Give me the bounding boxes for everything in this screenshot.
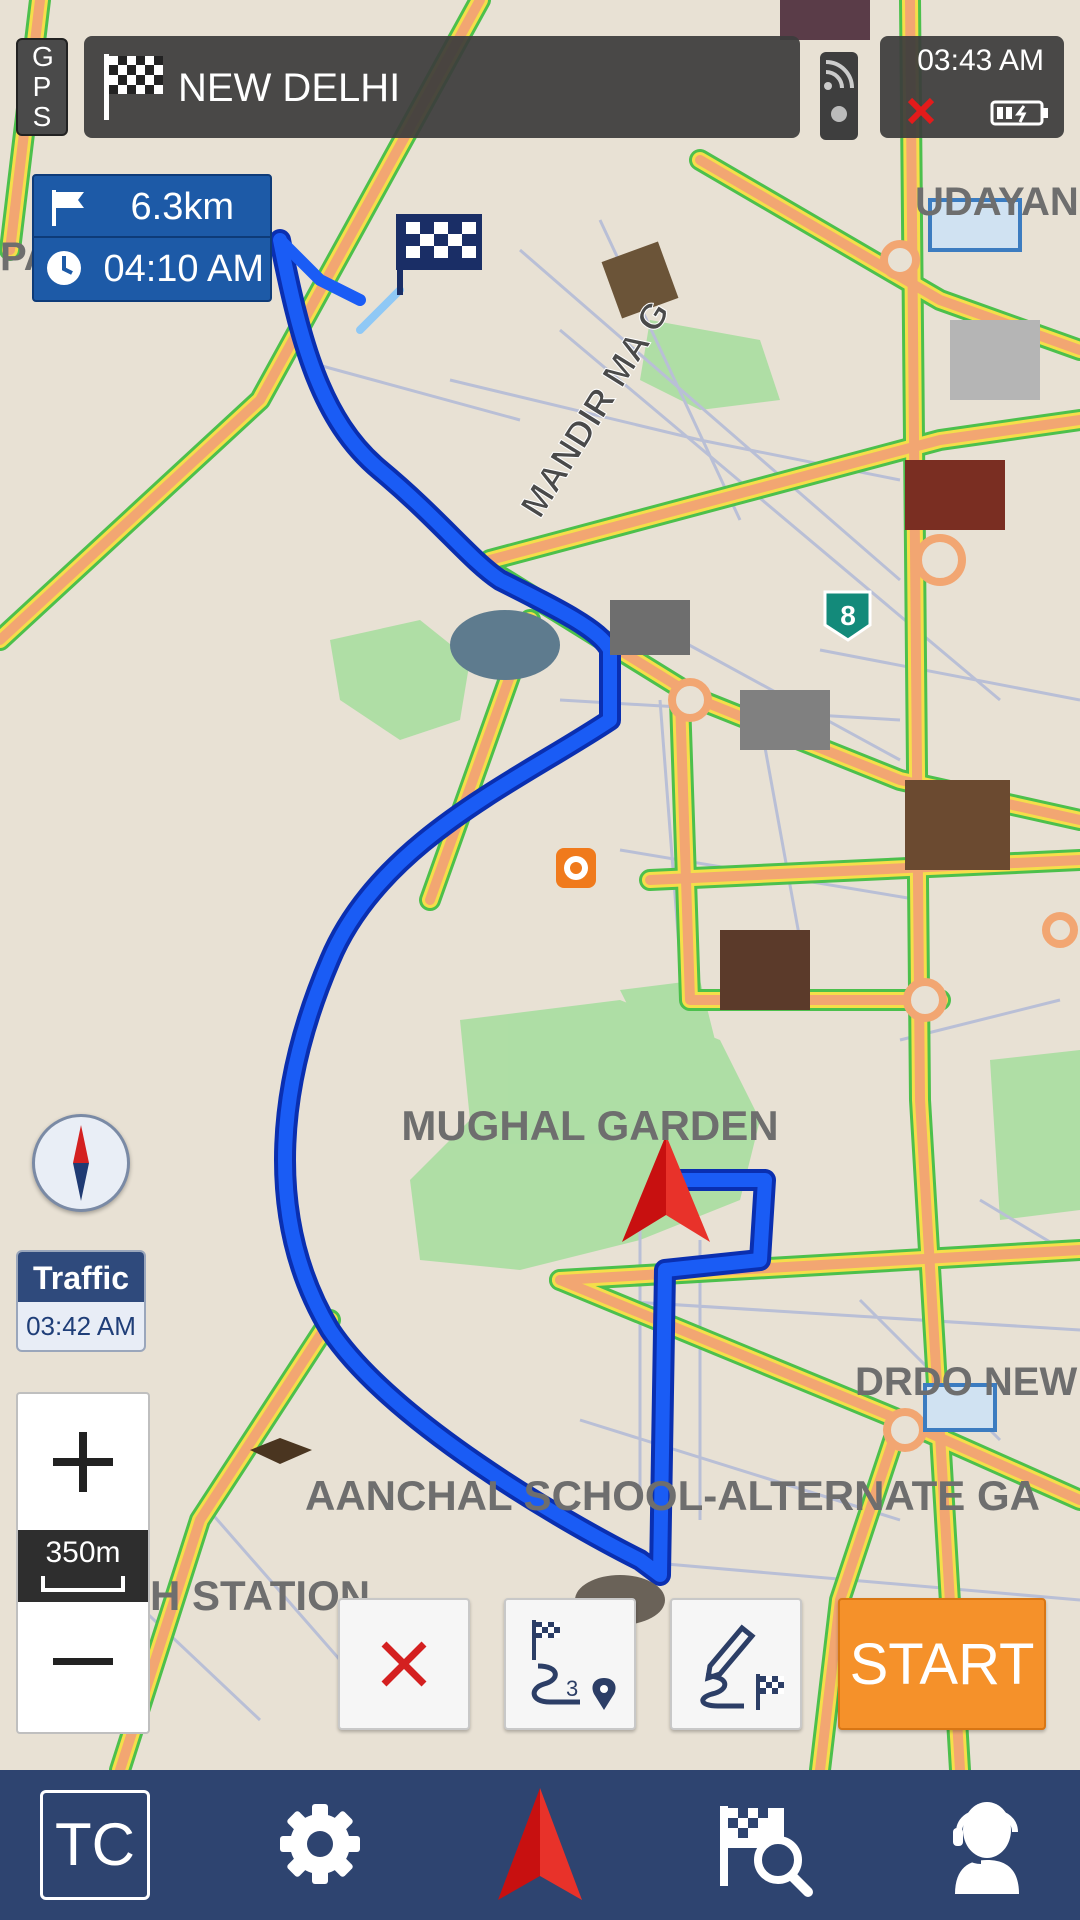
traffic-button[interactable]: Traffic 03:42 AM	[16, 1250, 146, 1352]
route-distance: 6.3km	[130, 186, 234, 228]
label-aanchal-school: AANCHAL SCHOOL-ALTERNATE GA	[305, 1472, 1040, 1519]
scale-bar	[41, 1576, 125, 1592]
destination-name: NEW DELHI	[178, 66, 401, 110]
route-info-panel[interactable]: 6.3km 04:10 AM	[32, 174, 272, 302]
poi-star-icon	[556, 848, 596, 888]
support-icon	[953, 1802, 1019, 1894]
tc-button[interactable]: TC	[40, 1790, 150, 1900]
destination-bar[interactable]: NEW DELHI	[84, 36, 800, 138]
svg-text:8: 8	[840, 600, 856, 631]
bottom-navbar: TC	[0, 1770, 1080, 1920]
route-eta-row: 04:10 AM	[34, 238, 270, 298]
zoom-out-button[interactable]	[18, 1602, 148, 1732]
zoom-control: 350m	[16, 1392, 150, 1734]
gps-icon: GPS	[32, 41, 54, 132]
svg-text:3: 3	[566, 1676, 578, 1701]
signal-indicator	[820, 52, 858, 140]
flag-icon	[52, 190, 84, 226]
plus-icon	[53, 1432, 113, 1492]
edit-route-button[interactable]	[670, 1598, 802, 1730]
route-overview-button[interactable]: 3	[504, 1598, 636, 1730]
search-destination-button[interactable]	[700, 1784, 820, 1904]
checkered-flag-icon	[104, 54, 163, 120]
traffic-label: Traffic	[18, 1252, 144, 1302]
navigation-mode-button[interactable]	[480, 1784, 600, 1904]
start-navigation-button[interactable]: START	[838, 1598, 1046, 1730]
zoom-in-button[interactable]	[18, 1394, 148, 1530]
signal-icon	[824, 60, 854, 122]
support-button[interactable]	[925, 1784, 1045, 1904]
map-scale: 350m	[18, 1530, 148, 1602]
close-icon	[381, 1641, 427, 1687]
label-drdo: DRDO NEW	[855, 1360, 1077, 1404]
navigation-arrow-icon	[498, 1788, 582, 1900]
settings-button[interactable]	[260, 1784, 380, 1904]
settings-icon	[280, 1804, 360, 1884]
gps-status[interactable]: GPS	[16, 38, 68, 136]
route-eta: 04:10 AM	[103, 248, 264, 290]
compass-button[interactable]	[32, 1114, 130, 1212]
label-mughal-garden: MUGHAL GARDEN	[401, 1102, 778, 1149]
cancel-route-button[interactable]	[338, 1598, 470, 1730]
edit-route-icon	[700, 1624, 784, 1710]
route-overview-icon: 3	[531, 1620, 616, 1710]
search-destination-icon	[720, 1806, 813, 1897]
traffic-time: 03:42 AM	[26, 1311, 136, 1341]
compass-icon	[73, 1125, 89, 1201]
route-distance-row: 6.3km	[34, 176, 270, 238]
clock-icon	[47, 251, 81, 285]
clock-panel: 03:43 AM	[880, 36, 1064, 138]
minus-icon	[53, 1658, 113, 1665]
scale-value: 350m	[45, 1536, 121, 1569]
current-time: 03:43 AM	[917, 44, 1044, 77]
close-icon	[907, 97, 935, 125]
label-udayan: UDAYAN	[915, 180, 1079, 224]
battery-icon	[990, 100, 1048, 126]
